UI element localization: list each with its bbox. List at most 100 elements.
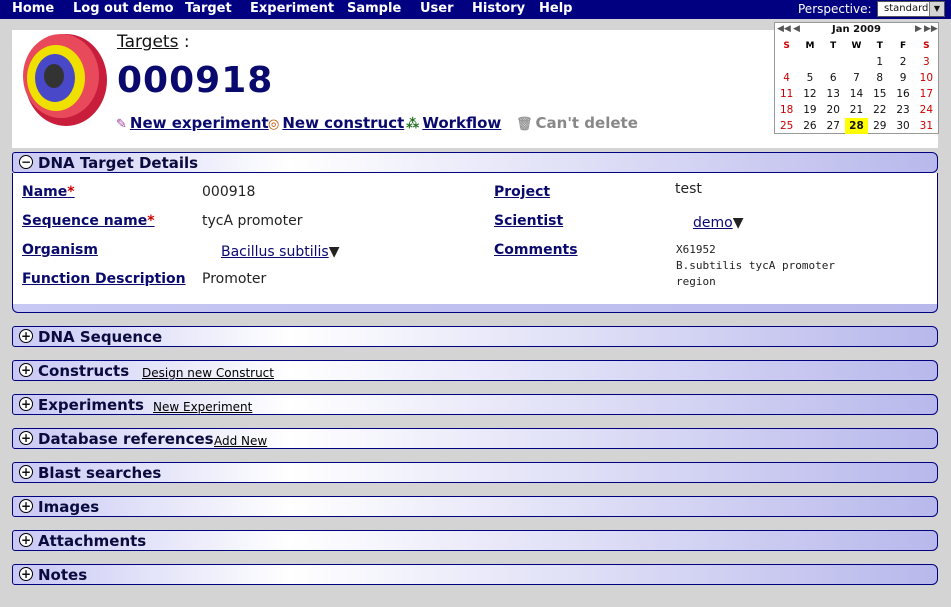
calendar-day[interactable]: 14 <box>845 86 868 102</box>
section-title: Blast searches <box>38 464 162 482</box>
calendar-day[interactable]: 24 <box>915 102 938 118</box>
section-experiments[interactable]: + Experiments New Experiment <box>12 394 938 415</box>
calendar-day[interactable]: 27 <box>822 118 845 134</box>
expand-icon[interactable]: + <box>19 363 33 377</box>
comments-line: region <box>676 275 716 288</box>
nav-logout[interactable]: Log out demo <box>73 1 174 16</box>
expand-icon[interactable]: + <box>19 567 33 581</box>
calendar-day[interactable]: 25 <box>775 118 798 134</box>
calendar-day[interactable]: 6 <box>822 70 845 86</box>
scientist-dropdown-icon[interactable]: ▼ <box>733 215 744 231</box>
organism-value[interactable]: Bacillus subtilis▼ <box>221 244 339 260</box>
section-images[interactable]: + Images <box>12 496 938 517</box>
calendar-day[interactable]: 10 <box>915 70 938 86</box>
calendar-day[interactable]: 12 <box>798 86 821 102</box>
calendar-weekday: S <box>923 41 930 51</box>
calendar-day[interactable]: 18 <box>775 102 798 118</box>
expand-icon[interactable]: + <box>19 397 33 411</box>
calendar-day[interactable]: 2 <box>891 54 914 70</box>
calendar-empty-cell <box>775 54 798 70</box>
calendar-day[interactable]: 1 <box>868 54 891 70</box>
calendar-day[interactable]: 8 <box>868 70 891 86</box>
breadcrumb-colon: : <box>183 32 190 52</box>
calendar-empty-cell <box>798 54 821 70</box>
calendar-day[interactable]: 16 <box>891 86 914 102</box>
scientist-value[interactable]: demo▼ <box>693 215 743 231</box>
nav-home[interactable]: Home <box>12 1 54 16</box>
calendar-day[interactable]: 22 <box>868 102 891 118</box>
calendar-day[interactable]: 30 <box>891 118 914 134</box>
comments-label: Comments <box>494 242 578 258</box>
calendar-day[interactable]: 21 <box>845 102 868 118</box>
nav-history[interactable]: History <box>472 1 525 16</box>
section-blast-searches[interactable]: + Blast searches <box>12 462 938 483</box>
section-title: Experiments <box>38 396 144 414</box>
workflow-button[interactable]: ⁂ Workflow <box>406 114 501 132</box>
nav-target[interactable]: Target <box>185 1 232 16</box>
comments-value: X61952 B.subtilis tycA promoter region <box>676 242 835 290</box>
scientist-link[interactable]: demo <box>693 215 733 231</box>
expand-icon[interactable]: + <box>19 533 33 547</box>
calendar-day[interactable]: 7 <box>845 70 868 86</box>
calendar-day[interactable]: 15 <box>868 86 891 102</box>
calendar-widget: ◀◀ ◀ Jan 2009 ▶ ▶▶ S M T W T F S 1 2 3 4 5 6 7 8 9 10 11 1… <box>774 22 939 134</box>
calendar-day[interactable]: 29 <box>868 118 891 134</box>
calendar-day[interactable]: 4 <box>775 70 798 86</box>
section-dna-sequence[interactable]: + DNA Sequence <box>12 326 938 347</box>
calendar-day[interactable]: 28 <box>844 118 869 134</box>
calendar-weekday: M <box>805 41 815 51</box>
calendar-week-row: 25 26 27 28 29 30 31 <box>775 118 938 134</box>
section-notes[interactable]: + Notes <box>12 564 938 585</box>
calendar-day[interactable]: 3 <box>915 54 938 70</box>
section-attachments[interactable]: + Attachments <box>12 530 938 551</box>
section-title: DNA Target Details <box>38 154 199 172</box>
expand-icon[interactable]: + <box>19 499 33 513</box>
nav-help[interactable]: Help <box>539 1 572 16</box>
cant-delete-label: Can't delete <box>535 114 638 132</box>
calendar-day[interactable]: 11 <box>775 86 798 102</box>
calendar-day[interactable]: 26 <box>798 118 821 134</box>
new-experiment-button[interactable]: ✎ New experiment <box>116 114 269 132</box>
organism-dropdown-icon[interactable]: ▼ <box>329 244 340 260</box>
expand-icon[interactable]: + <box>19 431 33 445</box>
add-new-link[interactable]: Add New <box>214 434 267 448</box>
perspective-select[interactable]: standard ▼ <box>877 1 945 17</box>
calendar-day[interactable]: 9 <box>891 70 914 86</box>
design-new-construct-link[interactable]: Design new Construct <box>142 366 274 380</box>
project-value: test <box>675 181 702 197</box>
new-experiment-icon: ✎ <box>116 117 127 132</box>
organism-link[interactable]: Bacillus subtilis <box>221 244 329 260</box>
calendar-next-year-icon[interactable]: ▶▶ <box>924 24 938 34</box>
section-constructs[interactable]: + Constructs Design new Construct <box>12 360 938 381</box>
calendar-day[interactable]: 31 <box>915 118 938 134</box>
calendar-day[interactable]: 13 <box>822 86 845 102</box>
new-experiment-link[interactable]: New Experiment <box>153 400 252 414</box>
dropdown-arrow-icon[interactable]: ▼ <box>929 2 944 16</box>
new-construct-label: New construct <box>282 114 405 132</box>
calendar-week-row: 18 19 20 21 22 23 24 <box>775 102 938 118</box>
calendar-month: Jan 2009 <box>832 24 881 35</box>
nav-user[interactable]: User <box>420 1 454 16</box>
calendar-day[interactable]: 17 <box>915 86 938 102</box>
section-title: Constructs <box>38 362 130 380</box>
new-construct-button[interactable]: ◎ New construct <box>268 114 404 132</box>
calendar-day[interactable]: 23 <box>891 102 914 118</box>
expand-icon[interactable]: + <box>19 465 33 479</box>
calendar-next-month-icon[interactable]: ▶ <box>915 24 922 34</box>
calendar-day[interactable]: 5 <box>798 70 821 86</box>
function-description-label: Function Description <box>22 271 186 287</box>
expand-icon[interactable]: + <box>19 329 33 343</box>
section-dna-target-details[interactable]: − DNA Target Details <box>12 152 938 173</box>
collapse-icon[interactable]: − <box>19 155 33 169</box>
nav-sample[interactable]: Sample <box>347 1 401 16</box>
details-panel: Name* 000918 Sequence name* tycA promote… <box>12 173 938 304</box>
workflow-icon: ⁂ <box>406 117 420 132</box>
breadcrumb-targets-link[interactable]: Targets <box>117 32 178 52</box>
cant-delete-status: 🗑 Can't delete <box>516 114 638 132</box>
workflow-label: Workflow <box>422 114 502 132</box>
nav-experiment[interactable]: Experiment <box>250 1 334 16</box>
calendar-day[interactable]: 19 <box>798 102 821 118</box>
calendar-day[interactable]: 20 <box>822 102 845 118</box>
section-title: DNA Sequence <box>38 328 163 346</box>
section-database-references[interactable]: + Database references Add New <box>12 428 938 449</box>
